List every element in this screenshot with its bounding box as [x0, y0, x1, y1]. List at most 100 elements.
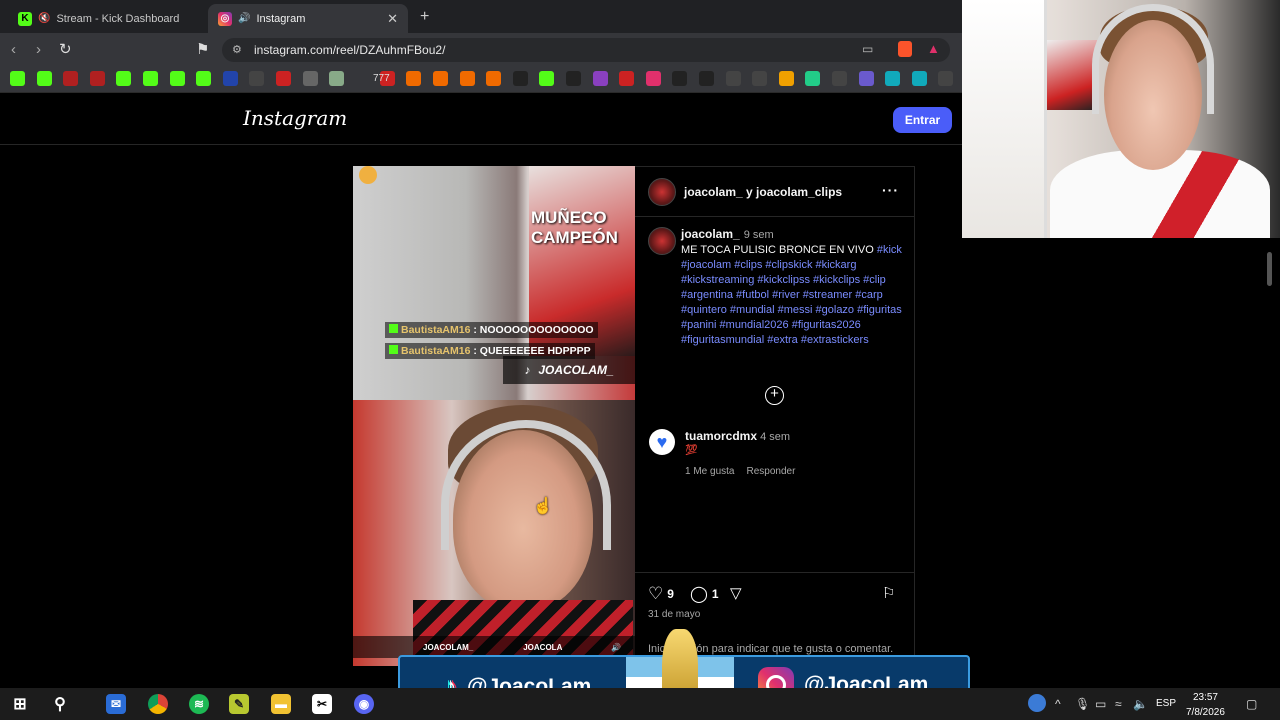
- webcam-overlay: [962, 0, 1280, 238]
- discord-icon[interactable]: ◉: [354, 694, 374, 714]
- bookmark-icon[interactable]: [938, 71, 954, 86]
- like-button[interactable]: ♡ 9: [648, 584, 674, 604]
- clock[interactable]: 23:57 7/8/2026: [1186, 690, 1225, 720]
- volume-icon[interactable]: 🔈: [1133, 697, 1148, 711]
- bookmark-icon[interactable]: [645, 71, 661, 86]
- address-bar[interactable]: ⚙ instagram.com/reel/DZAuhmFBou2/ ▭ ▲: [222, 38, 950, 62]
- comment-likes[interactable]: 1 Me gusta: [685, 466, 734, 477]
- new-tab-button[interactable]: +: [420, 8, 429, 26]
- bookmark-icon[interactable]: [566, 71, 581, 86]
- search-icon[interactable]: ⚲: [50, 694, 70, 714]
- bookmark-icon[interactable]: [858, 71, 874, 86]
- tab-kick-dashboard[interactable]: K 🔇 Stream - Kick Dashboard: [8, 4, 208, 33]
- bookmark-icon[interactable]: [778, 71, 794, 86]
- chat-line: BautistaAM16 : NOOOOOOOOOOOOO: [385, 322, 598, 338]
- divider: [635, 216, 915, 217]
- forward-icon[interactable]: ›: [36, 41, 41, 58]
- commenter-avatar[interactable]: ♥: [649, 429, 675, 455]
- bookmark-icon[interactable]: [539, 71, 555, 86]
- bookmark-icon[interactable]: [911, 71, 927, 86]
- chrome-icon[interactable]: [148, 694, 168, 714]
- instagram-logo[interactable]: Instagram: [243, 106, 347, 130]
- bookmark-icon[interactable]: [116, 71, 132, 86]
- bookmark-icon[interactable]: [302, 71, 318, 86]
- mail-icon[interactable]: ✉: [106, 694, 126, 714]
- brave-rewards-icon[interactable]: ▲: [927, 41, 940, 56]
- file-explorer-icon[interactable]: ▬: [271, 694, 291, 714]
- notifications-icon[interactable]: ▢: [1246, 697, 1257, 711]
- post-authors[interactable]: joacolam_ y joacolam_clips: [684, 185, 842, 199]
- bookmark-icon[interactable]: [459, 71, 475, 86]
- reply-button[interactable]: Responder: [746, 466, 795, 477]
- author-avatar[interactable]: [648, 178, 676, 206]
- load-more-comments-button[interactable]: +: [765, 386, 784, 405]
- help-icon[interactable]: [1028, 694, 1046, 712]
- comment-icon: ◯: [690, 586, 708, 603]
- clock-date: 7/8/2026: [1186, 707, 1225, 718]
- bookmark-icon[interactable]: [10, 71, 25, 86]
- site-info-icon[interactable]: ⚙: [232, 43, 242, 56]
- capcut-icon[interactable]: ✂: [312, 694, 332, 714]
- comment-username[interactable]: tuamorcdmx: [685, 429, 757, 443]
- tab-label: Stream - Kick Dashboard: [56, 12, 180, 25]
- volume-icon[interactable]: 🔊: [611, 643, 621, 652]
- bookmark-icon[interactable]: [143, 71, 158, 86]
- spotify-icon[interactable]: ≋: [189, 694, 209, 714]
- windows-start-icon[interactable]: ⊞: [10, 694, 30, 714]
- bookmark-icon[interactable]: [169, 71, 185, 86]
- bookmark-icon[interactable]: [672, 71, 688, 86]
- bookmark-icon[interactable]: [832, 71, 847, 86]
- tab-instagram[interactable]: ◎ 🔊 Instagram ✕: [208, 4, 408, 33]
- bookmark-icon[interactable]: [329, 71, 345, 86]
- instagram-tag: JOACOLAM_: [423, 642, 474, 652]
- bookmark-icon[interactable]: [725, 71, 741, 86]
- bookmark-page-icon[interactable]: ⚑: [196, 40, 209, 58]
- cast-icon[interactable]: ▭: [862, 42, 873, 56]
- bookmark-icon[interactable]: [805, 71, 821, 86]
- tiktok-watermark: ♪ JOACOLAM_: [503, 356, 635, 384]
- brave-shield-icon[interactable]: [898, 41, 912, 57]
- tray-chevron-icon[interactable]: ^: [1055, 697, 1061, 711]
- bookmark-label[interactable]: 777: [373, 73, 390, 84]
- language-indicator[interactable]: ESP: [1156, 698, 1176, 709]
- reload-icon[interactable]: ↻: [59, 40, 72, 58]
- bookmark-icon[interactable]: [63, 71, 79, 86]
- instagram-icon: ◎: [218, 11, 232, 26]
- bookmark-icon[interactable]: [486, 71, 502, 86]
- bookmark-icon[interactable]: [752, 71, 768, 86]
- save-icon[interactable]: ⚐: [882, 584, 895, 602]
- login-button[interactable]: Entrar: [893, 107, 952, 133]
- share-icon[interactable]: ▽: [730, 584, 742, 602]
- bookmark-icon[interactable]: [885, 71, 901, 86]
- notes-app-icon[interactable]: ✎: [229, 694, 249, 714]
- microphone-icon[interactable]: 🎙: [1075, 697, 1090, 711]
- scrollbar-thumb[interactable]: [1267, 252, 1272, 286]
- caption-username[interactable]: joacolam_: [681, 227, 740, 241]
- reel-video[interactable]: MUÑECO CAMPEÓN BautistaAM16 : NOOOOOOOOO…: [353, 166, 635, 666]
- bookmark-icon[interactable]: [89, 71, 105, 86]
- post-date: 31 de mayo: [648, 609, 701, 620]
- back-icon[interactable]: ‹: [11, 41, 16, 58]
- wall-poster-image: [1047, 40, 1097, 110]
- bookmark-icon[interactable]: [592, 71, 608, 86]
- bookmark-icon[interactable]: [249, 71, 265, 86]
- comment: tuamorcdmx 4 sem: [685, 429, 790, 443]
- close-tab-icon[interactable]: ✕: [387, 11, 398, 27]
- more-options-button[interactable]: ···: [882, 182, 899, 198]
- bookmark-icon[interactable]: [36, 71, 52, 86]
- page-scrollbar[interactable]: [1262, 238, 1280, 684]
- battery-icon[interactable]: ▭: [1095, 697, 1106, 711]
- bookmark-icon[interactable]: [512, 71, 528, 86]
- bookmark-icon[interactable]: [699, 71, 714, 86]
- caption-hashtags[interactable]: #kick #joacolam #clips #clipskick #kicka…: [681, 244, 902, 346]
- wifi-icon[interactable]: ≈: [1115, 697, 1122, 711]
- bookmark-icon[interactable]: [196, 71, 212, 86]
- bookmark-icon[interactable]: [433, 71, 448, 86]
- bookmark-icon[interactable]: [619, 71, 635, 86]
- comment-button[interactable]: ◯ 1: [690, 584, 719, 604]
- bookmark-icon[interactable]: [406, 71, 422, 86]
- likes-count: 9: [667, 587, 674, 601]
- caption-avatar[interactable]: [648, 227, 676, 255]
- bookmark-icon[interactable]: [222, 71, 238, 86]
- bookmark-icon[interactable]: [276, 71, 291, 86]
